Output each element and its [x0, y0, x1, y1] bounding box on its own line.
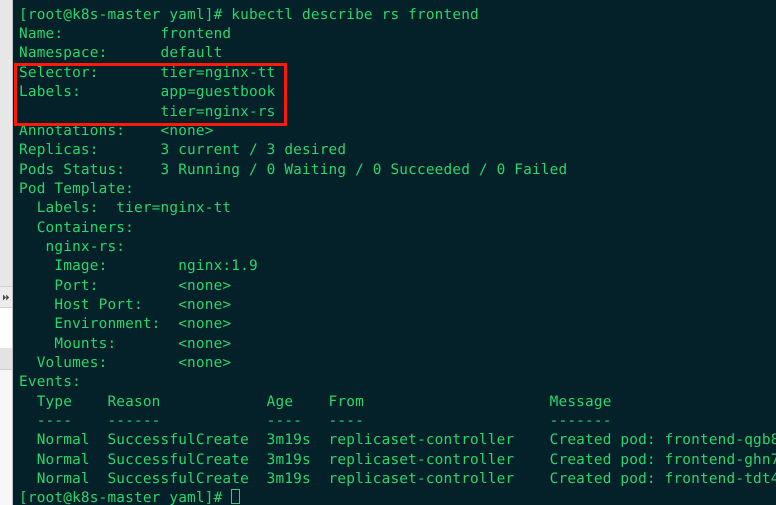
terminal-window: [root@k8s-master yaml]# kubectl describe… [0, 0, 776, 505]
terminal-line-image: Image: nginx:1.9 [19, 258, 258, 274]
left-panel-rail [0, 0, 13, 505]
terminal-line-environment: Environment: <none> [19, 316, 232, 332]
table-row: Normal SuccessfulCreate 3m19s replicaset… [19, 452, 776, 468]
terminal-line-annotations: Annotations: <none> [19, 123, 214, 139]
terminal-line-mounts: Mounts: <none> [19, 336, 232, 352]
terminal-line-volumes: Volumes: <none> [19, 355, 232, 371]
expand-panel-button[interactable] [0, 286, 12, 308]
terminal-line-replicas: Replicas: 3 current / 3 desired [19, 142, 347, 158]
terminal-line-namespace: Namespace: default [19, 45, 223, 61]
rail-segment-middle [0, 308, 12, 348]
terminal-line-containers: Containers: [19, 220, 134, 236]
rail-segment-top [0, 0, 12, 286]
table-row: Normal SuccessfulCreate 3m19s replicaset… [19, 432, 776, 448]
terminal-line-name: Name: frontend [19, 26, 232, 42]
table-row: Normal SuccessfulCreate 3m19s replicaset… [19, 471, 776, 487]
terminal-line-labels-second: tier=nginx-rs [19, 104, 276, 120]
terminal-prompt-line[interactable]: [root@k8s-master yaml]# [19, 489, 241, 505]
terminal-line-pod-template: Pod Template: [19, 181, 134, 197]
text-cursor [231, 489, 241, 504]
rail-segment-bottom [0, 370, 12, 505]
terminal-line-port: Port: <none> [19, 278, 232, 294]
terminal-line-host-port: Host Port: <none> [19, 297, 232, 313]
terminal-line-labels: Labels: app=guestbook [19, 84, 276, 100]
terminal-line-container-name: nginx-rs: [19, 239, 126, 255]
events-table-separator: ---- ------ ---- ---- ------- [19, 413, 612, 429]
terminal-line-selector: Selector: tier=nginx-tt [19, 65, 276, 81]
terminal-output[interactable]: [root@k8s-master yaml]# kubectl describe… [14, 0, 776, 505]
terminal-line-template-labels: Labels: tier=nginx-tt [19, 200, 232, 216]
prompt-text: [root@k8s-master yaml]# [19, 490, 232, 505]
terminal-line-command: [root@k8s-master yaml]# kubectl describe… [19, 7, 479, 23]
events-table-header: Type Reason Age From Message [19, 394, 612, 410]
terminal-line-pods-status: Pods Status: 3 Running / 0 Waiting / 0 S… [19, 162, 568, 178]
chevron-double-right-icon [2, 293, 11, 302]
terminal-line-events: Events: [19, 374, 81, 390]
rail-segment-lower [0, 348, 12, 370]
